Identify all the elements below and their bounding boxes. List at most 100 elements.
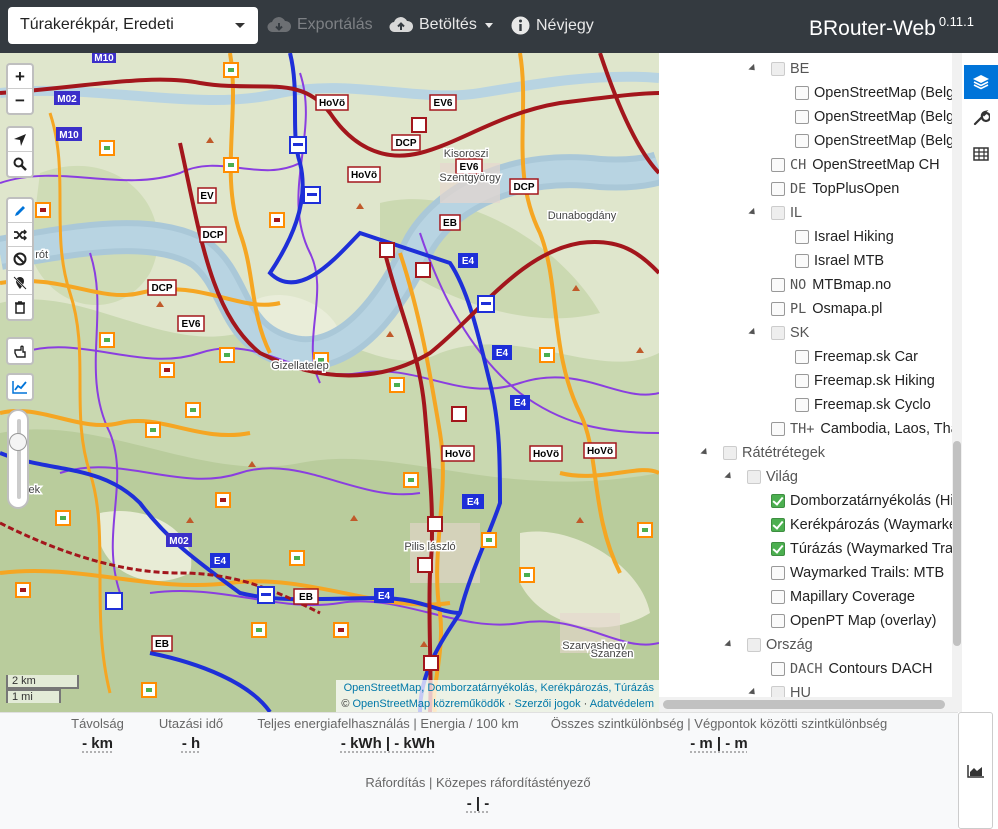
layer-checkbox[interactable]	[771, 614, 785, 628]
layer-checkbox[interactable]	[771, 662, 785, 676]
layer-checkbox[interactable]	[771, 182, 785, 196]
layer-checkbox[interactable]	[771, 158, 785, 172]
layer-checkbox[interactable]	[747, 470, 761, 484]
layer-label: Túrázás (Waymarked Trails)	[790, 541, 962, 557]
layer-checkbox[interactable]	[795, 230, 809, 244]
tab-layers[interactable]	[964, 65, 998, 99]
layer-tree-item[interactable]: OpenPT Map (overlay)	[771, 609, 936, 633]
attribution-terms-link[interactable]: Szerzői jogok	[515, 698, 581, 710]
layer-label: Ország	[766, 637, 813, 653]
layer-checkbox[interactable]	[771, 62, 785, 76]
layer-checkbox[interactable]	[795, 134, 809, 148]
layer-tree-item[interactable]: Freemap.sk Cyclo	[795, 393, 931, 417]
zoom-in-button[interactable]: +	[8, 65, 32, 89]
layer-tree-item[interactable]: Ország	[747, 633, 813, 657]
load-dropdown[interactable]: Betöltés	[389, 16, 493, 34]
layer-tree-item[interactable]: Freemap.sk Hiking	[795, 369, 935, 393]
layer-tree-item[interactable]: Freemap.sk Car	[795, 345, 918, 369]
tab-data-table[interactable]	[964, 137, 998, 171]
layer-tree-item[interactable]: PL Osmapa.pl	[771, 297, 882, 321]
layer-tree-item[interactable]: OpenStreetMap (Belgian	[795, 81, 962, 105]
layer-tree-item[interactable]: OpenStreetMap (Belgian	[795, 105, 962, 129]
layer-tree-item[interactable]: Israel MTB	[795, 249, 884, 273]
tab-settings[interactable]	[964, 101, 998, 135]
reverse-route-button[interactable]	[8, 223, 32, 247]
search-button[interactable]	[8, 152, 32, 176]
layers-horizontal-scrollbar[interactable]	[659, 697, 952, 712]
layer-tree-item[interactable]: OpenStreetMap (Belgian	[795, 129, 962, 153]
export-button[interactable]: Exportálás	[267, 16, 373, 34]
layer-checkbox[interactable]	[771, 206, 785, 220]
layer-tree-item[interactable]: CH OpenStreetMap CH	[771, 153, 940, 177]
layer-tree-item[interactable]: BE	[771, 57, 809, 81]
elevation-toggle-button[interactable]	[958, 712, 993, 829]
profile-select[interactable]: Túrakerékpár, Eredeti	[8, 7, 258, 44]
layer-tree-item[interactable]: TH+ Cambodia, Laos, Thaila	[771, 417, 962, 441]
tree-expand-arrow-icon[interactable]	[748, 207, 758, 218]
tree-expand-arrow-icon[interactable]	[748, 327, 758, 338]
scrollbar-thumb[interactable]	[663, 700, 945, 709]
tree-expand-arrow-icon[interactable]	[748, 687, 758, 698]
layer-tree-item[interactable]: Kerékpározás (Waymarked T	[771, 513, 962, 537]
layer-checkbox[interactable]	[771, 422, 785, 436]
layer-checkbox[interactable]	[771, 518, 785, 532]
attribution-osm-link[interactable]: OpenStreetMap közreműködők	[353, 698, 505, 710]
layer-tree-item[interactable]: Mapillary Coverage	[771, 585, 915, 609]
layer-checkbox[interactable]	[771, 590, 785, 604]
tree-expand-arrow-icon[interactable]	[724, 639, 734, 650]
layer-tree-item[interactable]: Túrázás (Waymarked Trails)	[771, 537, 962, 561]
map-view[interactable]: M10 M02 M10 M02 HoVö EV6 DCP EV6 HoVö DC…	[0, 53, 659, 712]
map-tiles: M10 M02 M10 M02 HoVö EV6 DCP EV6 HoVö DC…	[0, 53, 659, 712]
draw-route-button[interactable]	[8, 199, 32, 223]
layer-checkbox[interactable]	[771, 542, 785, 556]
layer-tree-item[interactable]: DACH Contours DACH	[771, 657, 932, 681]
layer-checkbox[interactable]	[795, 374, 809, 388]
tree-expand-arrow-icon[interactable]	[724, 471, 734, 482]
layer-tree-item[interactable]: Domborzatárnyékolás (Hike &	[771, 489, 962, 513]
locate-button[interactable]	[8, 128, 32, 152]
nogo-area-button[interactable]	[8, 271, 32, 295]
layer-tree-item[interactable]: Israel Hiking	[795, 225, 894, 249]
layer-checkbox[interactable]	[795, 86, 809, 100]
attribution-privacy-link[interactable]: Adatvédelem	[590, 698, 654, 710]
attribution-layers-link[interactable]: OpenStreetMap, Domborzatárnyékolás, Keré…	[344, 682, 654, 694]
zoom-out-button[interactable]: −	[8, 89, 32, 113]
elevation-chart-button[interactable]	[8, 375, 32, 399]
layer-checkbox[interactable]	[795, 254, 809, 268]
layer-checkbox[interactable]	[747, 638, 761, 652]
layer-country-code: PL	[790, 301, 807, 317]
layer-tree-item[interactable]: Világ	[747, 465, 798, 489]
delete-last-point-button[interactable]	[8, 247, 32, 271]
layer-checkbox[interactable]	[771, 566, 785, 580]
layers-vertical-scrollbar[interactable]	[952, 53, 962, 712]
layer-tree-item[interactable]: SK	[771, 321, 809, 345]
layer-label: Freemap.sk Car	[814, 349, 918, 365]
svg-text:EV: EV	[200, 191, 214, 202]
layer-tree-item[interactable]: Rátétrétegek	[723, 441, 825, 465]
layer-checkbox[interactable]	[795, 398, 809, 412]
layer-checkbox[interactable]	[795, 350, 809, 364]
layer-checkbox[interactable]	[771, 326, 785, 340]
layer-tree-item[interactable]: DE TopPlusOpen	[771, 177, 899, 201]
layer-checkbox[interactable]	[771, 278, 785, 292]
opacity-slider[interactable]	[7, 409, 29, 509]
layer-checkbox[interactable]	[771, 302, 785, 316]
layer-tree-item[interactable]: Waymarked Trails: MTB	[771, 561, 944, 585]
svg-text:HoVö: HoVö	[351, 170, 377, 181]
delete-route-button[interactable]	[8, 295, 32, 319]
tree-expand-arrow-icon[interactable]	[700, 447, 710, 458]
layer-checkbox[interactable]	[723, 446, 737, 460]
opacity-slider-handle[interactable]	[9, 433, 27, 451]
layer-label: Rátétrétegek	[742, 445, 826, 461]
pointer-button[interactable]	[8, 339, 32, 363]
svg-text:DCP: DCP	[151, 283, 172, 294]
layer-tree-item[interactable]: IL	[771, 201, 802, 225]
scrollbar-thumb[interactable]	[953, 441, 961, 646]
layer-checkbox[interactable]	[795, 110, 809, 124]
tree-expand-arrow-icon[interactable]	[748, 63, 758, 74]
layer-checkbox[interactable]	[771, 494, 785, 508]
about-button[interactable]: Névjegy	[511, 16, 594, 35]
layer-tree-item[interactable]: NO MTBmap.no	[771, 273, 891, 297]
svg-text:Pilis lászló: Pilis lászló	[404, 541, 455, 553]
location-arrow-icon	[14, 133, 26, 146]
